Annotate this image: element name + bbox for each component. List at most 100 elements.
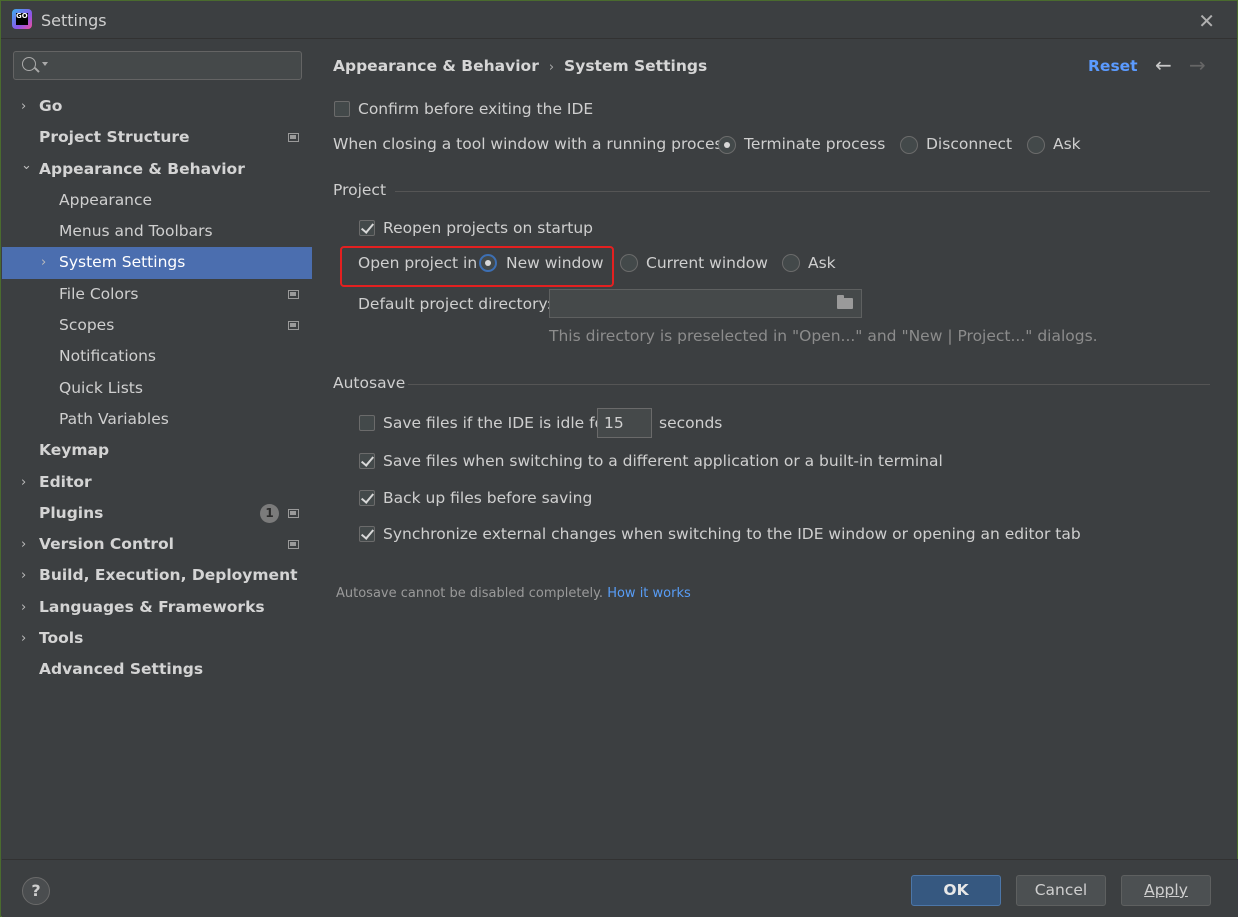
sidebar-item-label: Appearance & Behavior: [39, 159, 245, 178]
reset-link[interactable]: Reset: [1088, 57, 1138, 75]
sidebar-item-label: Build, Execution, Deployment: [39, 566, 298, 585]
chevron-down-icon[interactable]: ⌄: [21, 150, 32, 181]
sidebar-item-languages-frameworks[interactable]: › Languages & Frameworks: [2, 592, 312, 623]
default-dir-input[interactable]: [549, 289, 862, 318]
sidebar-item-build-execution-deployment[interactable]: › Build, Execution, Deployment: [2, 560, 312, 591]
autosave-section-divider: [408, 384, 1210, 385]
idle-seconds-unit: seconds: [659, 414, 723, 432]
sidebar-item-label: Appearance: [59, 190, 153, 209]
sidebar-item-path-variables[interactable]: Path Variables: [2, 404, 312, 435]
settings-content: Appearance & Behavior › System Settings Re…: [313, 39, 1229, 859]
breadcrumb: Appearance & Behavior › System Settings: [333, 57, 707, 75]
sidebar-item-label: Plugins: [39, 503, 104, 522]
help-button[interactable]: ?: [22, 877, 50, 905]
chevron-right-icon[interactable]: ›: [21, 560, 26, 591]
sidebar-item-advanced-settings[interactable]: Advanced Settings: [2, 654, 312, 685]
sidebar-item-appearance-behavior[interactable]: ⌄ Appearance & Behavior: [2, 154, 312, 185]
breadcrumb-current: System Settings: [564, 57, 708, 75]
reopen-projects-checkbox[interactable]: [359, 220, 375, 236]
title-bar: GO Settings ✕: [1, 1, 1237, 39]
sidebar-item-notifications[interactable]: Notifications: [2, 341, 312, 372]
new-window-label: New window: [506, 254, 604, 272]
arrow-left-icon[interactable]: ←: [1155, 53, 1172, 77]
closing-ask-label: Ask: [1053, 135, 1081, 153]
chevron-right-icon[interactable]: ›: [41, 247, 46, 278]
window-title: Settings: [41, 11, 107, 30]
sidebar-item-project-structure[interactable]: Project Structure: [2, 122, 312, 153]
terminate-process-radio[interactable]: [718, 136, 736, 154]
save-idle-checkbox[interactable]: [359, 415, 375, 431]
autosave-section-title: Autosave: [333, 374, 406, 392]
chevron-right-icon[interactable]: ›: [21, 529, 26, 560]
sidebar-item-quick-lists[interactable]: Quick Lists: [2, 373, 312, 404]
closing-process-label: When closing a tool window with a runnin…: [333, 135, 736, 153]
ok-button[interactable]: OK: [911, 875, 1001, 906]
confirm-exit-checkbox[interactable]: [334, 101, 350, 117]
apply-button-label: Apply: [1144, 881, 1188, 899]
how-it-works-link[interactable]: How it works: [607, 586, 691, 601]
save-on-switch-checkbox[interactable]: [359, 453, 375, 469]
backup-files-label: Back up files before saving: [383, 489, 593, 507]
sidebar-item-scopes[interactable]: Scopes: [2, 310, 312, 341]
project-level-icon: [288, 133, 299, 143]
confirm-exit-label: Confirm before exiting the IDE: [358, 100, 594, 118]
search-options-icon[interactable]: [42, 62, 48, 66]
apply-button[interactable]: Apply: [1121, 875, 1211, 906]
search-input[interactable]: [13, 51, 302, 80]
sidebar-item-go[interactable]: › Go: [2, 91, 312, 122]
settings-sidebar: › Go Project Structure ⌄ Appearance & Behavi…: [2, 39, 312, 859]
folder-icon[interactable]: [837, 295, 853, 309]
sidebar-item-menus-and-toolbars[interactable]: Menus and Toolbars: [2, 216, 312, 247]
breadcrumb-parent[interactable]: Appearance & Behavior: [333, 57, 539, 75]
sidebar-item-label: System Settings: [59, 253, 186, 272]
chevron-right-icon[interactable]: ›: [21, 592, 26, 623]
project-section-title: Project: [333, 181, 387, 199]
sidebar-item-tools[interactable]: › Tools: [2, 623, 312, 654]
open-ask-radio[interactable]: [782, 254, 800, 272]
sidebar-item-label: Keymap: [39, 441, 110, 460]
sidebar-item-file-colors[interactable]: File Colors: [2, 279, 312, 310]
default-dir-label: Default project directory:: [358, 295, 552, 313]
closing-ask-radio[interactable]: [1027, 136, 1045, 154]
app-logo-text: GO: [16, 12, 28, 20]
project-level-icon: [288, 540, 299, 550]
chevron-right-icon[interactable]: ›: [21, 91, 26, 122]
settings-window: GO Settings ✕ › Go Project Structure ⌄ Appea…: [0, 0, 1238, 917]
project-level-icon: [288, 289, 299, 299]
chevron-right-icon[interactable]: ›: [21, 467, 26, 498]
autosave-note-text: Autosave cannot be disabled completely.: [336, 586, 604, 601]
sidebar-item-label: Languages & Frameworks: [39, 597, 265, 616]
disconnect-radio[interactable]: [900, 136, 918, 154]
sidebar-item-system-settings[interactable]: › System Settings: [2, 247, 312, 279]
backup-files-checkbox[interactable]: [359, 490, 375, 506]
sidebar-item-label: Editor: [39, 472, 92, 491]
current-window-radio[interactable]: [620, 254, 638, 272]
idle-seconds-input[interactable]: 15: [597, 408, 652, 438]
sidebar-item-label: Path Variables: [59, 409, 169, 428]
sidebar-item-appearance[interactable]: Appearance: [2, 185, 312, 216]
disconnect-label: Disconnect: [926, 135, 1013, 153]
sidebar-item-keymap[interactable]: Keymap: [2, 435, 312, 466]
close-icon[interactable]: ✕: [1198, 9, 1215, 33]
cancel-button[interactable]: Cancel: [1016, 875, 1106, 906]
arrow-right-icon[interactable]: →: [1189, 53, 1206, 77]
current-window-label: Current window: [646, 254, 768, 272]
default-dir-hint: This directory is preselected in "Open..…: [549, 327, 1098, 345]
sidebar-item-label: Tools: [39, 629, 84, 648]
sync-external-checkbox[interactable]: [359, 526, 375, 542]
dialog-footer: ? OK Cancel Apply: [2, 859, 1238, 917]
sidebar-item-editor[interactable]: › Editor: [2, 467, 312, 498]
chevron-right-icon[interactable]: ›: [21, 623, 26, 654]
search-icon: [22, 57, 36, 71]
sidebar-item-version-control[interactable]: › Version Control: [2, 529, 312, 560]
new-window-radio[interactable]: [479, 254, 497, 272]
open-ask-label: Ask: [808, 254, 836, 272]
reopen-projects-label: Reopen projects on startup: [383, 219, 594, 237]
save-on-switch-label: Save files when switching to a different…: [383, 452, 943, 470]
goland-logo-icon: GO: [12, 9, 32, 29]
sidebar-item-label: Notifications: [59, 347, 157, 366]
sync-external-label: Synchronize external changes when switch…: [383, 525, 1081, 543]
save-idle-label: Save files if the IDE is idle for: [383, 414, 611, 432]
sidebar-item-label: File Colors: [59, 284, 139, 303]
sidebar-item-plugins[interactable]: Plugins 1: [2, 498, 312, 529]
